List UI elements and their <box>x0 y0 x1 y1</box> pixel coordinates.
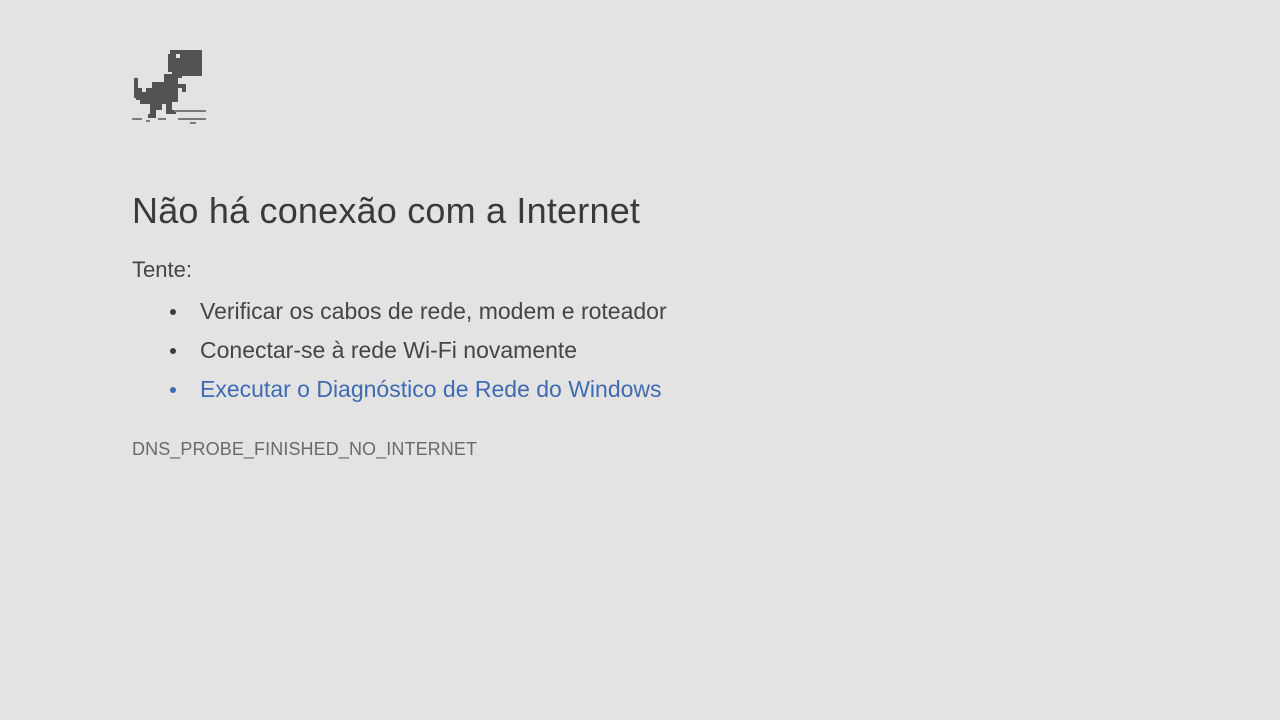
bullet-icon <box>170 309 176 315</box>
error-code: DNS_PROBE_FINISHED_NO_INTERNET <box>132 439 478 459</box>
list-item: Executar o Diagnóstico de Rede do Window… <box>170 370 932 409</box>
try-label: Tente: <box>132 257 192 282</box>
suggestion-list: Verificar os cabos de rede, modem e rote… <box>132 292 932 409</box>
list-item: Conectar-se à rede Wi-Fi novamente <box>170 331 932 370</box>
offline-error-page: Não há conexão com a Internet Tente: Ver… <box>132 48 932 460</box>
bullet-icon <box>170 348 176 354</box>
bullet-icon <box>170 387 176 393</box>
page-title: Não há conexão com a Internet <box>132 190 641 231</box>
dinosaur-icon <box>132 50 206 124</box>
suggestion-reconnect-wifi: Conectar-se à rede Wi-Fi novamente <box>200 337 578 363</box>
network-diagnostics-link[interactable]: Executar o Diagnóstico de Rede do Window… <box>200 376 662 402</box>
list-item: Verificar os cabos de rede, modem e rote… <box>170 292 932 331</box>
suggestion-check-cables: Verificar os cabos de rede, modem e rote… <box>200 298 667 324</box>
